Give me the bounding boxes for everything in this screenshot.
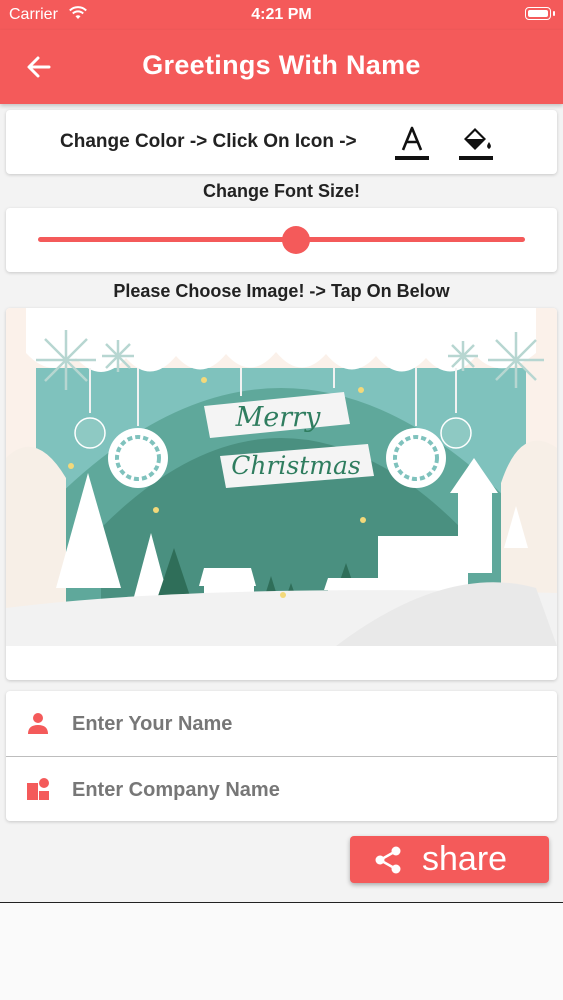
share-label: share (422, 840, 508, 878)
font-size-slider-card (6, 208, 557, 272)
font-size-slider-thumb[interactable] (282, 226, 311, 254)
company-field[interactable] (6, 757, 557, 821)
page-title: Greetings With Name (142, 50, 421, 80)
share-icon (375, 846, 401, 874)
company-input[interactable] (70, 769, 544, 811)
choose-image-label: Please Choose Image! -> Tap On Below (113, 281, 450, 301)
status-bar: Carrier 4:21 PM (0, 0, 563, 30)
person-icon (28, 713, 48, 734)
clock: 4:21 PM (251, 6, 312, 23)
name-field[interactable] (6, 691, 557, 755)
greeting-image-card[interactable]: Merry Christmas (6, 308, 557, 680)
merry-text: Merry (235, 402, 321, 433)
app-bar: Greetings With Name (0, 30, 563, 104)
text-color-icon[interactable] (394, 124, 430, 164)
battery-icon (525, 7, 555, 20)
paint-bucket-icon[interactable] (458, 124, 494, 164)
christmas-greeting-image[interactable]: Merry Christmas (6, 308, 557, 646)
company-icon (27, 778, 49, 800)
change-color-label: Change Color -> Click On Icon -> (60, 131, 357, 152)
christmas-text: Christmas (231, 451, 361, 480)
name-form-card (6, 691, 557, 821)
font-size-label: Change Font Size! (203, 181, 360, 201)
share-button[interactable]: share (350, 836, 549, 883)
color-picker-card: Change Color -> Click On Icon -> (6, 110, 557, 174)
bottom-area (0, 903, 563, 1000)
name-input[interactable] (70, 703, 544, 745)
